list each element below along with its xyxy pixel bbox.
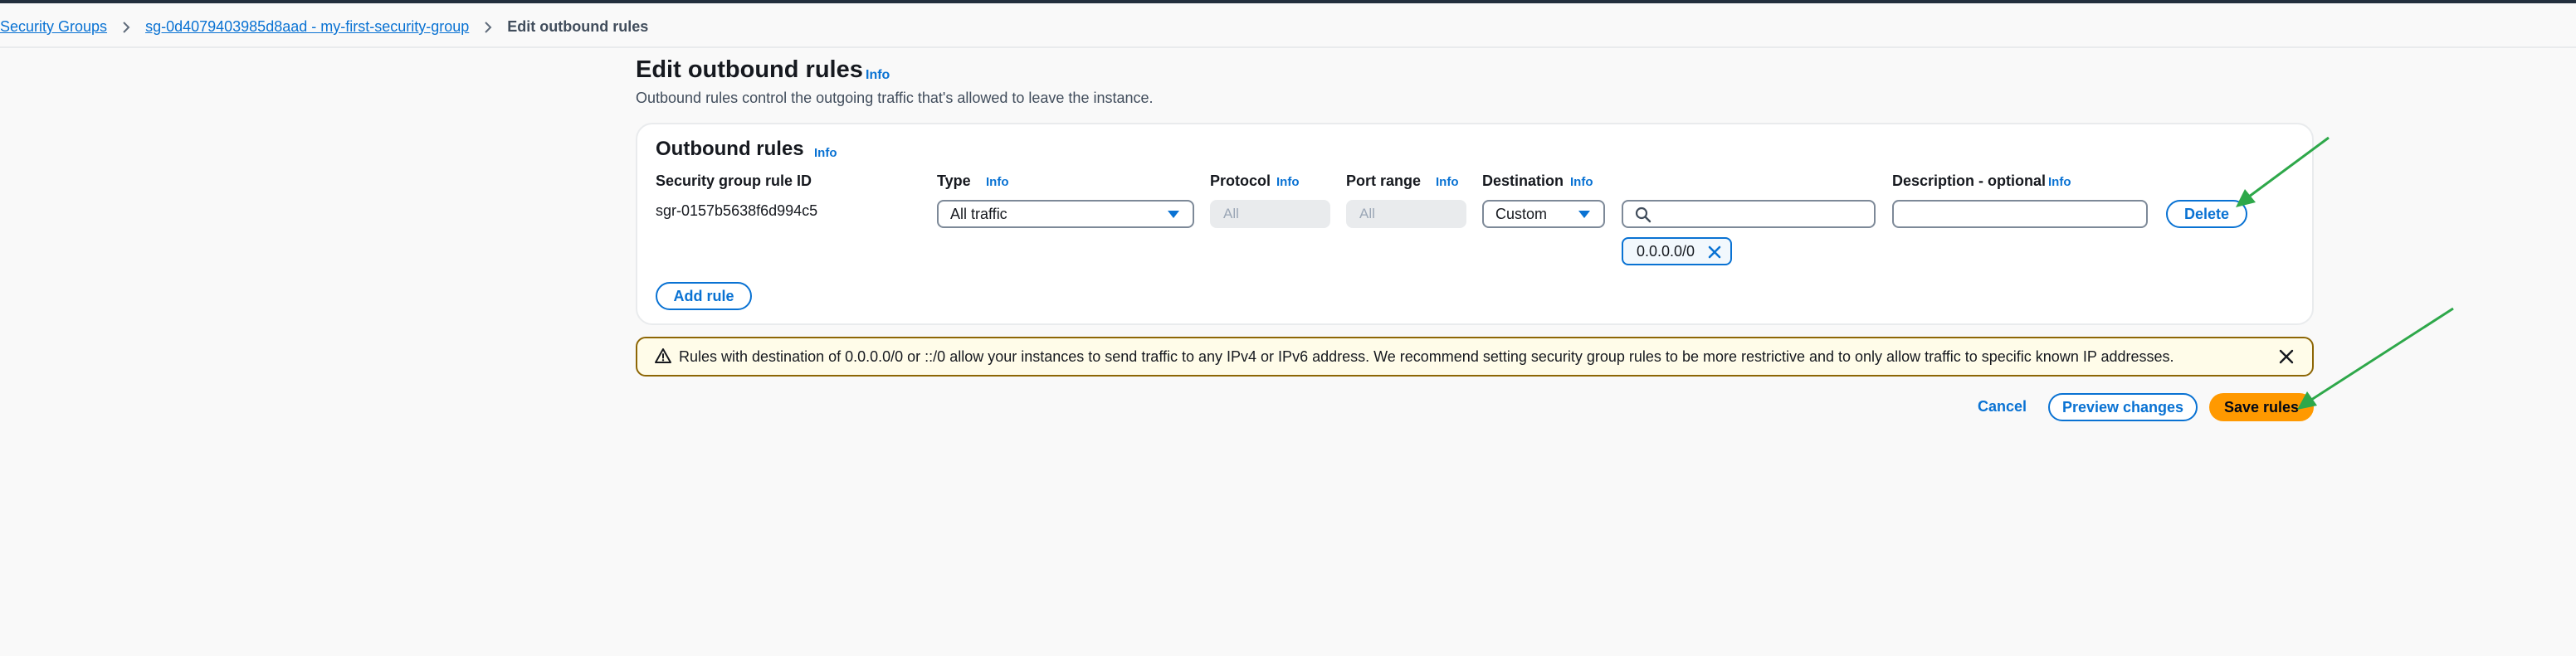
destination-info-link[interactable]: Info bbox=[1570, 175, 1593, 189]
column-header-destination: Destination bbox=[1482, 173, 1564, 189]
type-select[interactable]: All traffic bbox=[937, 200, 1194, 228]
save-rules-button[interactable]: Save rules bbox=[2209, 393, 2314, 421]
protocol-field: All bbox=[1210, 200, 1330, 228]
destination-select[interactable]: Custom bbox=[1482, 200, 1605, 228]
warning-icon bbox=[654, 347, 672, 368]
caret-down-icon bbox=[1168, 211, 1179, 218]
destination-select-value: Custom bbox=[1495, 205, 1548, 222]
breadcrumb-security-group[interactable]: sg-0d4079403985d8aad - my-first-security… bbox=[145, 18, 469, 36]
arrow-icon bbox=[2297, 307, 2454, 410]
type-select-value: All traffic bbox=[950, 205, 1007, 222]
warning-text: Rules with destination of 0.0.0.0/0 or :… bbox=[679, 348, 2174, 365]
panel-title: Outbound rules bbox=[656, 138, 804, 160]
close-icon[interactable] bbox=[2277, 347, 2295, 370]
warning-alert: Rules with destination of 0.0.0.0/0 or :… bbox=[636, 337, 2314, 377]
description-info-link[interactable]: Info bbox=[2048, 175, 2071, 189]
destination-token: 0.0.0.0/0 bbox=[1622, 237, 1732, 265]
column-header-type: Type bbox=[937, 173, 971, 189]
breadcrumb-bar: Security Groups sg-0d4079403985d8aad - m… bbox=[0, 3, 2576, 48]
type-info-link[interactable]: Info bbox=[986, 175, 1009, 189]
close-icon[interactable] bbox=[1705, 243, 1724, 265]
protocol-info-link[interactable]: Info bbox=[1276, 175, 1300, 189]
destination-search-input[interactable] bbox=[1622, 200, 1876, 228]
description-input[interactable] bbox=[1892, 200, 2148, 228]
breadcrumb-current: Edit outbound rules bbox=[507, 18, 649, 35]
column-header-port-range: Port range bbox=[1346, 173, 1422, 189]
caret-down-icon bbox=[1578, 211, 1590, 218]
column-header-rule-id: Security group rule ID bbox=[656, 173, 812, 189]
column-header-protocol: Protocol bbox=[1210, 173, 1271, 189]
chevron-right-icon bbox=[484, 21, 492, 34]
column-header-description: Description - optional bbox=[1892, 173, 2047, 189]
page-title: Edit outbound rules bbox=[636, 56, 863, 83]
port-range-field: All bbox=[1346, 200, 1466, 228]
page-info-link[interactable]: Info bbox=[866, 68, 890, 83]
chevron-right-icon bbox=[122, 21, 130, 34]
destination-token-label: 0.0.0.0/0 bbox=[1637, 242, 1695, 260]
annotation-layer bbox=[2236, 136, 2454, 410]
breadcrumb-security-groups[interactable]: Security Groups bbox=[0, 18, 107, 36]
cancel-button[interactable]: Cancel bbox=[1978, 398, 2027, 415]
preview-changes-button[interactable]: Preview changes bbox=[2048, 393, 2198, 421]
panel-info-link[interactable]: Info bbox=[814, 146, 837, 160]
breadcrumb: Security Groups sg-0d4079403985d8aad - m… bbox=[0, 18, 648, 36]
delete-button[interactable]: Delete bbox=[2166, 200, 2247, 228]
rule-id-value: sgr-0157b5638f6d994c5 bbox=[656, 202, 818, 219]
search-icon bbox=[1635, 207, 1651, 227]
port-range-info-link[interactable]: Info bbox=[1436, 175, 1459, 189]
add-rule-button[interactable]: Add rule bbox=[656, 282, 752, 310]
page-description: Outbound rules control the outgoing traf… bbox=[636, 90, 1154, 106]
